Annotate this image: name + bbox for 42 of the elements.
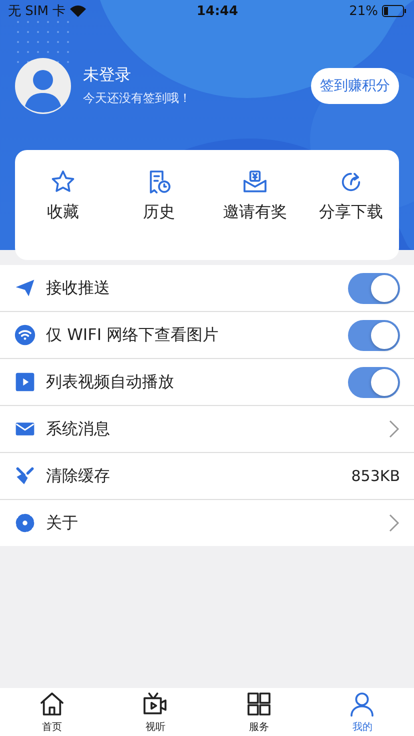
setting-label: 仅 WIFI 网络下查看图片 [46,324,220,346]
paper-plane-icon [14,277,36,299]
shortcut-item[interactable]: 历史 [111,168,207,223]
setting-label: 列表视频自动播放 [46,372,175,392]
shortcut-item[interactable]: 邀请有奖 [207,168,303,223]
video-icon [14,371,36,393]
settings-row[interactable]: 系统消息 [0,406,414,453]
toggle-switch[interactable] [348,366,400,398]
toggle-switch[interactable] [348,272,400,304]
settings-row[interactable]: 接收推送 [0,265,414,312]
tab-item[interactable]: 我的 [310,688,414,736]
settings-row[interactable]: 清除缓存 853KB [0,453,414,500]
clock-text: 14:44 [196,4,238,18]
shortcut-item[interactable]: 收藏 [15,168,111,223]
broom-icon [14,465,36,487]
tab-item[interactable]: 首页 [0,688,104,736]
setting-label: 清除缓存 [46,466,111,486]
checkin-hint: 今天还没有签到哦！ [83,90,192,107]
tab-item[interactable]: 服务 [207,688,310,736]
person-icon [348,690,376,718]
settings-row[interactable]: 仅 WIFI 网络下查看图片 [0,312,414,359]
checkin-button[interactable]: 签到赚积分 [311,68,399,104]
home-icon [38,690,66,718]
wifi-signal-icon [70,5,86,17]
settings-row[interactable]: 关于 [0,500,414,546]
grid-icon [244,690,273,718]
user-name: 未登录 [83,65,132,86]
chevron-icon [388,419,400,439]
settings-row[interactable]: 列表视频自动播放 [0,359,414,406]
setting-label: 关于 [46,512,79,534]
shortcut-item[interactable]: 分享下载 [303,168,399,223]
cache-size: 853KB [351,467,400,485]
setting-label: 系统消息 [46,418,111,440]
setting-label: 接收推送 [46,278,111,298]
wifi-icon [14,324,36,346]
battery-text: 21% [349,4,378,18]
toggle-switch[interactable] [348,320,400,350]
chevron-icon [388,513,400,533]
battery-icon [382,5,406,17]
avatar-icon [15,58,71,114]
carrier-text: 无 SIM 卡 [8,3,66,20]
tab-item[interactable]: 视听 [104,688,207,736]
